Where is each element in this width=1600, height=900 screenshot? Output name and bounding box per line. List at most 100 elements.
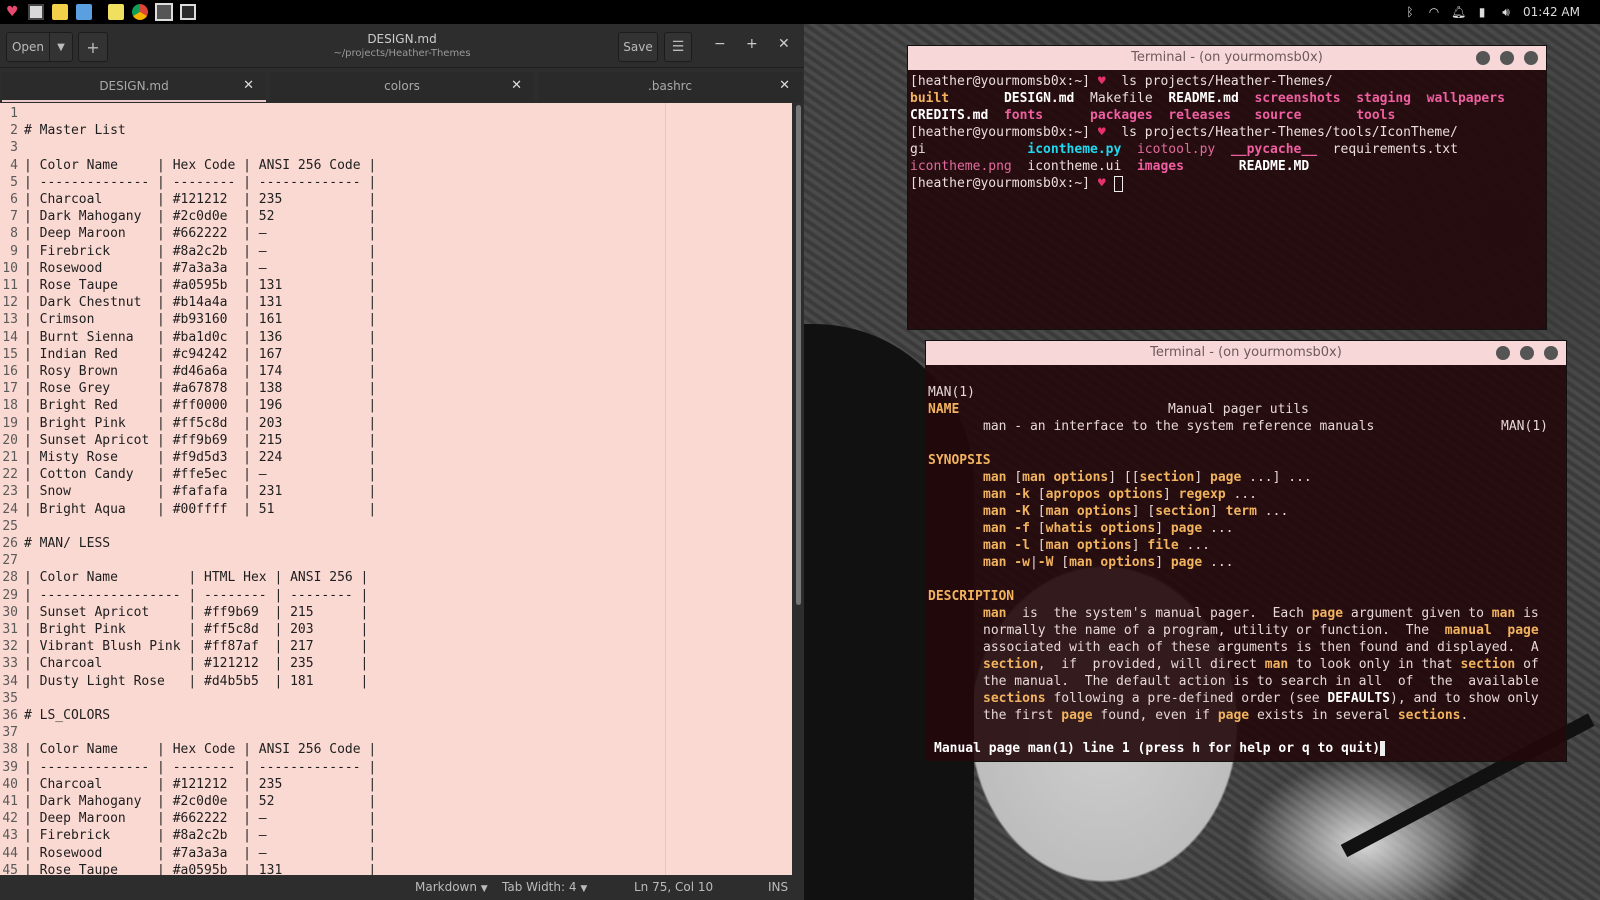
terminal-window-1[interactable]: Terminal - (on yourmomsb0x) [heather@you… [907,45,1547,330]
maximize-icon[interactable] [1520,346,1534,360]
maximize-icon[interactable] [1500,51,1514,65]
terminal-app-icon-3[interactable] [180,4,196,20]
screenshot-app-icon[interactable] [76,4,92,20]
line-number: 25 [2,518,18,534]
chrome-icon[interactable] [132,4,148,20]
editor-line[interactable]: | Cotton Candy | #ffe5ec | – | [24,466,376,483]
terminal-app-icon-2[interactable] [155,3,173,21]
ls-entry: icontheme.png [910,159,1012,174]
editor-line[interactable]: | Deep Maroon | #662222 | – | [24,225,376,242]
terminal-app-icon[interactable] [28,4,44,20]
minimize-icon[interactable]: − [714,36,726,52]
line-number: 22 [2,467,18,483]
editor-line[interactable]: | Dark Chestnut | #b14a4a | 131 | [24,294,376,311]
close-icon[interactable]: ✕ [778,36,790,52]
close-icon[interactable] [1524,51,1538,65]
editor-line[interactable]: | Burnt Sienna | #ba1d0c | 136 | [24,329,376,346]
editor-line[interactable]: # MAN/ LESS [24,535,110,552]
editor-line[interactable]: | Bright Pink | #ff5c8d | 203 | [24,621,368,638]
editor-line[interactable]: | -------------- | -------- | ----------… [24,174,376,191]
editor-line[interactable]: | Rose Taupe | #a0595b | 131 | [24,277,376,294]
editor-line[interactable]: | Sunset Apricot | #ff9b69 | 215 | [24,432,376,449]
bluetooth-icon[interactable]: ᛒ [1403,5,1417,19]
close-icon[interactable] [1544,346,1558,360]
editor-line[interactable]: | Rosewood | #7a3a3a | – | [24,845,376,862]
terminal-line: [heather@yourmomsb0x:~] ♥ ls projects/He… [910,124,1458,141]
clock[interactable]: 01:42 AM [1523,5,1580,19]
editor-line[interactable]: | Rosewood | #7a3a3a | – | [24,260,376,277]
editor-line[interactable]: | Bright Aqua | #00ffff | 51 | [24,501,376,518]
notification-bell-icon[interactable]: 🔔︎ [1451,5,1466,19]
editor-line[interactable]: | Charcoal | #121212 | 235 | [24,776,376,793]
top-panel: ♥ ᛒ ◠ 🔔︎ ▮ 🔊︎ 01:42 AM [0,0,1600,24]
editor-line[interactable]: | Dark Mahogany | #2c0d0e | 52 | [24,793,376,810]
battery-icon[interactable]: ▮ [1475,5,1489,19]
volume-icon[interactable]: 🔊︎ [1499,5,1513,19]
editor-line[interactable]: | Rose Grey | #a67878 | 138 | [24,380,376,397]
editor-line[interactable]: | Bright Red | #ff0000 | 196 | [24,397,376,414]
editor-line[interactable]: | Crimson | #b93160 | 161 | [24,311,376,328]
heart-menu-icon[interactable]: ♥ [6,4,22,20]
tab-close-icon[interactable]: ✕ [779,78,790,93]
minimize-icon[interactable] [1476,51,1490,65]
tab-close-icon[interactable]: ✕ [511,78,522,93]
editor-line[interactable]: | Sunset Apricot | #ff9b69 | 215 | [24,604,368,621]
scrollbar-thumb[interactable] [796,105,801,605]
editor-line[interactable]: # Master List [24,122,126,139]
editor-line[interactable]: | Snow | #fafafa | 231 | [24,483,376,500]
editor-line[interactable]: | Charcoal | #121212 | 235 | [24,655,368,672]
editor-line[interactable]: | Charcoal | #121212 | 235 | [24,191,376,208]
tab-design-md[interactable]: DESIGN.md ✕ [2,72,266,102]
prompt-user: [heather@yourmomsb0x:~] [910,125,1091,140]
editor-line[interactable]: | Misty Rose | #f9d5d3 | 224 | [24,449,376,466]
editor-line[interactable]: | Color Name | HTML Hex | ANSI 256 | [24,569,368,586]
save-button[interactable]: Save [618,32,658,62]
tab-width-label: Tab Width: 4 [502,880,577,894]
editor-line[interactable]: | Dusty Light Rose | #d4b5b5 | 181 | [24,673,368,690]
tab-colors[interactable]: colors ✕ [270,72,534,102]
wifi-icon[interactable]: ◠ [1427,5,1441,19]
hamburger-menu-icon: ☰ [671,39,685,55]
language-selector[interactable]: Markdown ▼ [415,880,488,894]
terminal-command: ls projects/Heather-Themes/tools/IconThe… [1121,125,1458,140]
editor-line[interactable]: | ------------------ | -------- | ------… [24,587,368,604]
menu-button[interactable]: ☰ [664,32,692,62]
editor-line[interactable]: | Deep Maroon | #662222 | – | [24,810,376,827]
man-name-text: man - an interface to the system referen… [983,419,1375,434]
editor-line[interactable]: | -------------- | -------- | ----------… [24,759,376,776]
ls-entry: icontheme.py [1027,142,1122,157]
text-editor-icon[interactable] [52,4,68,20]
editor-text-area[interactable]: 1 2 # Master List 3 4 | Color Name | Hex Code… [0,103,792,875]
tab-close-icon[interactable]: ✕ [243,78,254,93]
editor-line[interactable]: | Color Name | Hex Code | ANSI 256 Code … [24,157,376,174]
man-header-left: MAN(1) [928,385,975,400]
editor-line[interactable]: | Indian Red | #c94242 | 167 | [24,346,376,363]
editor-line[interactable]: | Rose Taupe | #a0595b | 131 | [24,862,376,875]
editor-line[interactable]: | Firebrick | #8a2c2b | – | [24,243,376,260]
editor-line[interactable]: | Bright Pink | #ff5c8d | 203 | [24,415,376,432]
notes-app-icon[interactable] [108,4,124,20]
ls-entry: tools [1356,108,1396,123]
line-number: 40 [2,776,18,792]
terminal-command: ls projects/Heather-Themes/ [1121,74,1333,89]
tab-bashrc[interactable]: .bashrc ✕ [538,72,802,102]
editor-scrollbar[interactable] [792,103,804,875]
line-number: 13 [2,312,18,328]
editor-line[interactable]: | Dark Mahogany | #2c0d0e | 52 | [24,208,376,225]
line-number: 33 [2,656,18,672]
editor-line[interactable]: | Color Name | Hex Code | ANSI 256 Code … [24,741,376,758]
terminal-window-2[interactable]: Terminal - (on yourmomsb0x) MAN(1) Manua… [925,340,1567,762]
editor-line[interactable]: | Rosy Brown | #d46a6a | 174 | [24,363,376,380]
line-number: 21 [2,450,18,465]
line-number: 2 [10,123,18,139]
cursor-position: Ln 75, Col 10 [634,880,714,894]
tab-width-selector[interactable]: Tab Width: 4 ▼ [502,880,587,894]
editor-line[interactable]: | Vibrant Blush Pink | #ff87af | 217 | [24,638,368,655]
minimize-icon[interactable] [1496,346,1510,360]
editor-line[interactable]: | Firebrick | #8a2c2b | – | [24,827,376,844]
maximize-icon[interactable]: + [746,36,758,52]
ls-entry: DESIGN.md [1003,91,1075,106]
terminal-titlebar: Terminal - (on yourmomsb0x) [926,341,1566,365]
editor-line[interactable]: # LS_COLORS [24,707,110,724]
line-number: 27 [2,553,18,569]
